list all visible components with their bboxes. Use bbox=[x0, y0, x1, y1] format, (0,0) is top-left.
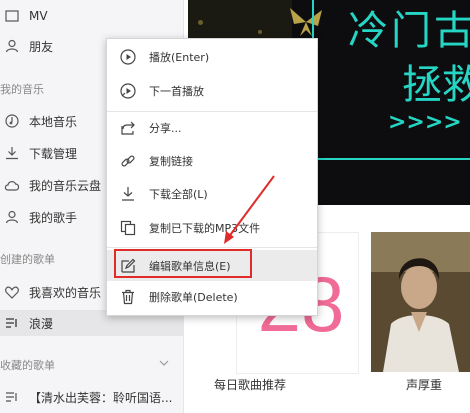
sidebar-item-label: 朋友 bbox=[29, 39, 54, 54]
menu-item-play[interactable]: 播放(Enter) bbox=[107, 43, 317, 71]
sidebar-item-label: 我的音乐云盘 bbox=[29, 178, 102, 193]
sidebar-item-mv[interactable]: MV bbox=[0, 4, 48, 28]
sidebar-item-label: 浪漫 bbox=[29, 316, 54, 331]
menu-item-label: 编辑歌单信息(E) bbox=[149, 259, 231, 273]
sidebar-item-collected-playlist[interactable]: 【清水出芙蓉：聆听国语... bbox=[0, 385, 172, 409]
download-icon bbox=[119, 185, 137, 203]
sidebar-item-cloud[interactable]: 我的音乐云盘 bbox=[0, 173, 101, 197]
download-icon bbox=[4, 145, 20, 161]
music-note-icon bbox=[4, 113, 20, 129]
heart-icon bbox=[4, 284, 20, 300]
menu-item-label: 下载全部(L) bbox=[149, 188, 208, 201]
daily-recommend-caption[interactable]: 每日歌曲推荐 bbox=[214, 376, 286, 393]
friends-icon bbox=[4, 38, 20, 54]
menu-item-label: 下一首播放 bbox=[149, 85, 204, 98]
section-header-collected: 收藏的歌单 bbox=[0, 359, 55, 372]
link-icon bbox=[119, 152, 137, 170]
menu-item-label: 分享... bbox=[149, 122, 182, 135]
menu-divider bbox=[107, 111, 317, 112]
playlist-cover-image[interactable] bbox=[371, 232, 470, 372]
menu-item-label: 复制链接 bbox=[149, 155, 193, 168]
banner-line-3: >>>> 立 bbox=[388, 110, 470, 135]
playlist-caption[interactable]: 声厚重 bbox=[406, 376, 442, 393]
menu-item-play-next[interactable]: 下一首播放 bbox=[107, 77, 317, 105]
sidebar-item-label: 本地音乐 bbox=[29, 114, 78, 129]
playlist-icon bbox=[4, 315, 20, 331]
sidebar-item-liked[interactable]: 我喜欢的音乐 bbox=[0, 280, 101, 304]
menu-item-download-all[interactable]: 下载全部(L) bbox=[107, 180, 317, 208]
sidebar-item-local-music[interactable]: 本地音乐 bbox=[0, 109, 77, 133]
sidebar-item-label: 我喜欢的音乐 bbox=[29, 285, 102, 300]
edit-icon bbox=[119, 257, 137, 275]
sidebar-item-label: 我的歌手 bbox=[29, 210, 78, 225]
menu-divider bbox=[107, 247, 317, 248]
menu-item-delete-playlist[interactable]: 删除歌单(Delete) bbox=[107, 283, 317, 311]
share-icon bbox=[119, 119, 137, 137]
playlist-icon bbox=[4, 389, 20, 405]
sidebar-item-label: 下载管理 bbox=[29, 146, 78, 161]
sidebar-item-downloads[interactable]: 下载管理 bbox=[0, 141, 77, 165]
context-menu: 播放(Enter) 下一首播放 分享... 复制链接 下载全部(L) 复制已下载… bbox=[106, 38, 318, 316]
trash-icon bbox=[119, 288, 137, 306]
cloud-icon bbox=[4, 177, 20, 193]
menu-item-label: 播放(Enter) bbox=[149, 51, 210, 64]
section-header-my-music: 我的音乐 bbox=[0, 83, 44, 96]
sidebar-item-friends[interactable]: 朋友 bbox=[0, 34, 53, 58]
play-icon bbox=[119, 48, 137, 66]
copy-icon bbox=[119, 219, 137, 237]
menu-item-share[interactable]: 分享... bbox=[107, 114, 317, 142]
menu-item-copy-link[interactable]: 复制链接 bbox=[107, 147, 317, 175]
mv-icon bbox=[4, 8, 20, 24]
menu-item-label: 删除歌单(Delete) bbox=[149, 291, 238, 304]
sidebar-item-label: 【清水出芙蓉：聆听国语... bbox=[29, 390, 173, 405]
section-header-created: 创建的歌单 bbox=[0, 253, 55, 266]
chevron-down-icon[interactable] bbox=[159, 358, 169, 368]
menu-item-edit-playlist-info[interactable]: 编辑歌单信息(E) bbox=[107, 250, 317, 281]
banner-line-2: 拯救 bbox=[402, 62, 470, 108]
menu-item-label: 复制已下载的MP3文件 bbox=[149, 222, 261, 235]
sidebar-item-singers[interactable]: 我的歌手 bbox=[0, 205, 77, 229]
menu-item-copy-mp3[interactable]: 复制已下载的MP3文件 bbox=[107, 214, 317, 242]
sidebar-item-label: MV bbox=[29, 9, 48, 23]
banner-line-1: 冷门古 bbox=[348, 8, 470, 54]
singer-icon bbox=[4, 209, 20, 225]
play-next-icon bbox=[119, 82, 137, 100]
